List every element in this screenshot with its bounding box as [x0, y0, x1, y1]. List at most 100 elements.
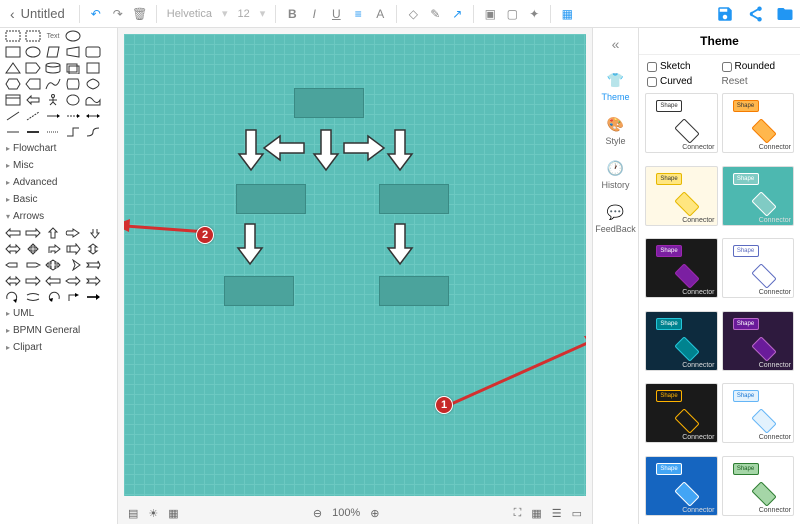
category-bpmn[interactable]: BPMN General: [0, 322, 117, 339]
font-select[interactable]: Helvetica: [163, 7, 216, 21]
flow-node[interactable]: [379, 276, 449, 306]
canvas-area: 2 1 ▤ ☀ ▦ ⊖ 100% ⊕ ⛶ ▦ ☰ ▭: [118, 28, 592, 524]
grid-button[interactable]: ▦: [531, 507, 541, 520]
redo-button[interactable]: ↷: [108, 4, 128, 24]
zoom-out-button[interactable]: ⊖: [313, 507, 322, 520]
shapes-sidebar: Text: [0, 28, 118, 524]
line-button[interactable]: ✎: [425, 4, 445, 24]
flow-arrow-right[interactable]: [342, 134, 386, 162]
arrow-shapes-row[interactable]: [0, 225, 117, 241]
category-advanced[interactable]: Advanced: [0, 174, 117, 191]
shape-row[interactable]: [0, 60, 117, 76]
theme-item[interactable]: Shape Connector: [645, 166, 718, 226]
page-button[interactable]: ▤: [128, 507, 138, 520]
theme-item[interactable]: Shape Connector: [722, 93, 795, 153]
layer-back-button[interactable]: ▢: [502, 4, 522, 24]
font-size-select[interactable]: 12: [234, 7, 254, 21]
rail-style[interactable]: 🎨 Style: [605, 114, 625, 146]
panel-collapse-button[interactable]: «: [612, 36, 620, 52]
flow-node[interactable]: [379, 184, 449, 214]
bold-button[interactable]: B: [282, 4, 302, 24]
theme-panel-title: Theme: [639, 28, 800, 55]
flow-node[interactable]: [224, 276, 294, 306]
category-flowchart[interactable]: Flowchart: [0, 140, 117, 157]
theme-item[interactable]: Shape Connector: [645, 311, 718, 371]
flow-arrow-down[interactable]: [312, 128, 340, 172]
save-button[interactable]: [716, 5, 734, 23]
arrow-shapes-row[interactable]: [0, 241, 117, 257]
separator: [275, 5, 276, 23]
underline-button[interactable]: U: [326, 4, 346, 24]
separator: [79, 5, 80, 23]
layers-button[interactable]: ▦: [168, 507, 178, 520]
delete-button[interactable]: 🗑: [130, 4, 150, 24]
canvas[interactable]: 2 1: [124, 34, 586, 496]
fullscreen-button[interactable]: ⛶: [514, 507, 522, 520]
flow-node[interactable]: [236, 184, 306, 214]
back-button[interactable]: ‹: [6, 4, 19, 24]
arrow-shapes-row[interactable]: [0, 257, 117, 273]
zoom-level[interactable]: 100%: [332, 507, 360, 519]
theme-item[interactable]: Shape Connector: [645, 238, 718, 298]
theme-item[interactable]: Shape Connector: [645, 456, 718, 516]
shape-row[interactable]: [0, 76, 117, 92]
brightness-button[interactable]: ☀: [148, 507, 158, 520]
arrow-shapes-row[interactable]: [0, 273, 117, 289]
flow-arrow-down[interactable]: [236, 222, 264, 266]
connector-button[interactable]: ↗: [447, 4, 467, 24]
shape-row[interactable]: [0, 44, 117, 60]
italic-button[interactable]: I: [304, 4, 324, 24]
shape-row[interactable]: [0, 92, 117, 108]
flow-node[interactable]: [294, 88, 364, 118]
tool-rail: « 👕 Theme 🎨 Style 🕐 History 💬 FeedBack: [592, 28, 638, 524]
category-misc[interactable]: Misc: [0, 157, 117, 174]
theme-item[interactable]: Shape Connector: [645, 383, 718, 443]
flow-arrow-down[interactable]: [386, 222, 414, 266]
flow-arrow-down[interactable]: [237, 128, 265, 172]
format-button[interactable]: ☰: [552, 507, 562, 520]
align-button[interactable]: ≡: [348, 4, 368, 24]
theme-item[interactable]: Shape Connector: [722, 238, 795, 298]
theme-item[interactable]: Shape Connector: [645, 93, 718, 153]
zoom-in-button[interactable]: ⊕: [370, 507, 379, 520]
theme-icon: 👕: [605, 70, 625, 90]
curved-checkbox[interactable]: Curved: [647, 76, 718, 87]
share-button[interactable]: [746, 5, 764, 23]
shape-row[interactable]: [0, 108, 117, 124]
rail-history[interactable]: 🕐 History: [601, 158, 629, 190]
rail-theme[interactable]: 👕 Theme: [601, 70, 629, 102]
separator: [473, 5, 474, 23]
folder-button[interactable]: [776, 5, 794, 23]
separator: [396, 5, 397, 23]
category-arrows[interactable]: Arrows: [0, 208, 117, 225]
rail-feedback[interactable]: 💬 FeedBack: [595, 202, 636, 234]
reset-button[interactable]: Reset: [722, 76, 793, 87]
category-uml[interactable]: UML: [0, 305, 117, 322]
theme-item[interactable]: Shape Connector: [722, 166, 795, 226]
document-title[interactable]: Untitled: [21, 6, 65, 21]
text-color-button[interactable]: A: [370, 4, 390, 24]
theme-item[interactable]: Shape Connector: [722, 383, 795, 443]
shape-row[interactable]: Text: [0, 28, 117, 44]
theme-item[interactable]: Shape Connector: [722, 456, 795, 516]
layer-front-button[interactable]: ▣: [480, 4, 500, 24]
category-basic[interactable]: Basic: [0, 191, 117, 208]
history-icon: 🕐: [605, 158, 625, 178]
theme-grid: Shape Connector Shape Connector Shape Co…: [639, 93, 800, 524]
more-button[interactable]: ▭: [572, 507, 582, 520]
shape-row[interactable]: [0, 124, 117, 140]
table-button[interactable]: ▦: [557, 4, 577, 24]
flow-arrow-left[interactable]: [262, 134, 306, 162]
sketch-checkbox[interactable]: Sketch: [647, 61, 718, 72]
theme-panel: Theme Sketch Rounded Curved Reset Shape …: [638, 28, 800, 524]
category-clipart[interactable]: Clipart: [0, 339, 117, 356]
separator: [156, 5, 157, 23]
theme-item[interactable]: Shape Connector: [722, 311, 795, 371]
fill-button[interactable]: ◇: [403, 4, 423, 24]
rounded-checkbox[interactable]: Rounded: [722, 61, 793, 72]
arrow-shapes-row[interactable]: [0, 289, 117, 305]
flow-arrow-down[interactable]: [386, 128, 414, 172]
annotation-arrow-1: [444, 330, 586, 410]
effect-button[interactable]: ✦: [524, 4, 544, 24]
undo-button[interactable]: ↶: [86, 4, 106, 24]
